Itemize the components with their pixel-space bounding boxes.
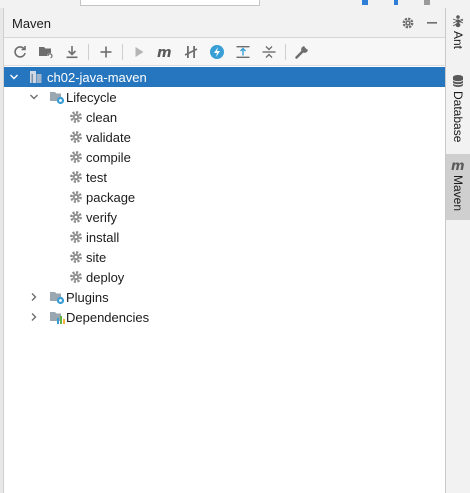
gear-icon	[68, 249, 84, 265]
chevron-right-icon[interactable]	[27, 310, 41, 324]
tree-item-goal[interactable]: compile	[4, 147, 445, 167]
dependencies-folder-icon	[49, 309, 65, 325]
lifecycle-folder-icon	[49, 89, 65, 105]
tree-item-goal[interactable]: install	[4, 227, 445, 247]
tree-item-label: install	[86, 229, 120, 245]
hide-button[interactable]	[422, 13, 442, 33]
tree-item-label: verify	[86, 209, 118, 225]
database-icon	[452, 75, 464, 87]
chevron-down-icon[interactable]	[7, 70, 21, 84]
folder-sync-icon	[39, 47, 53, 59]
show-dependencies-button[interactable]	[232, 41, 254, 63]
add-button[interactable]	[95, 41, 117, 63]
tool-window-header: Maven	[4, 8, 445, 38]
download-sources-button[interactable]	[61, 41, 83, 63]
plus-icon	[100, 46, 112, 58]
gear-icon	[68, 149, 84, 165]
toolbar-separator	[122, 44, 123, 60]
ant-icon	[452, 15, 464, 28]
database-tool-label: Database	[451, 91, 465, 143]
chevron-right-icon[interactable]	[27, 290, 41, 304]
tree-item-label: test	[86, 169, 107, 185]
tree-item-label: clean	[86, 109, 118, 125]
tree-item-label: ch02-java-maven	[47, 69, 147, 85]
tree-item-label: Lifecycle	[66, 89, 117, 105]
svg-text:m: m	[157, 45, 172, 60]
tree-item-label: site	[86, 249, 107, 265]
gear-icon	[68, 169, 84, 185]
ant-tool-button[interactable]: Ant	[446, 12, 470, 68]
maven-tool-button[interactable]: m Maven	[446, 154, 470, 220]
tree-item-goal[interactable]: site	[4, 247, 445, 267]
reload-icon	[14, 46, 26, 58]
database-tool-button[interactable]: Database	[446, 70, 470, 150]
tree-item-label: package	[86, 189, 136, 205]
gear-icon	[68, 189, 84, 205]
skip-tests-button[interactable]	[206, 41, 228, 63]
maven-m-icon: m	[157, 45, 172, 60]
maven-projects-tree: ch02-java-maven Lifecycle clean validate c…	[4, 66, 445, 493]
add-maven-projects-button[interactable]	[35, 41, 57, 63]
toolbar-fragment-icon[interactable]	[424, 0, 430, 5]
tree-item-label: compile	[86, 149, 131, 165]
tree-item-dependencies[interactable]: Dependencies	[4, 307, 445, 327]
plugins-folder-icon	[49, 289, 65, 305]
chevron-down-icon[interactable]	[27, 90, 41, 104]
maven-project-icon	[28, 69, 44, 85]
toggle-offline-button[interactable]	[180, 41, 202, 63]
toolbar-separator	[285, 44, 286, 60]
gear-icon	[68, 109, 84, 125]
gear-icon	[402, 17, 414, 29]
collapse-all-icon	[262, 46, 276, 58]
maven-m-icon: m	[451, 159, 465, 172]
execute-goal-button[interactable]: m	[154, 41, 176, 63]
tool-window-title: Maven	[12, 16, 52, 31]
run-icon	[135, 47, 144, 57]
tree-item-project[interactable]: ch02-java-maven	[4, 67, 445, 87]
gear-icon	[68, 129, 84, 145]
maven-tool-window: Maven m ch02-java-maven Lifecycle clean …	[4, 8, 446, 493]
editor-tab-strip	[0, 0, 470, 8]
toolbar-fragment-icon[interactable]	[362, 0, 368, 5]
reload-button[interactable]	[9, 41, 31, 63]
right-tool-stripe: Ant Database m Maven	[446, 8, 470, 493]
tree-item-label: Dependencies	[66, 309, 150, 325]
tree-item-goal[interactable]: verify	[4, 207, 445, 227]
toolbar-fragment-icon[interactable]	[394, 0, 398, 5]
wrench-icon	[295, 45, 309, 59]
collapse-all-button[interactable]	[258, 41, 280, 63]
ide-window: Maven m ch02-java-maven Lifecycle clean …	[0, 0, 470, 493]
editor-tab-fragment[interactable]	[80, 0, 260, 6]
tree-item-plugins[interactable]: Plugins	[4, 287, 445, 307]
minimize-icon	[427, 22, 437, 24]
toolbar-separator	[88, 44, 89, 60]
ant-tool-label: Ant	[451, 31, 465, 50]
tree-item-lifecycle[interactable]: Lifecycle	[4, 87, 445, 107]
tree-item-goal[interactable]: test	[4, 167, 445, 187]
maven-settings-button[interactable]	[291, 41, 313, 63]
offline-icon	[184, 46, 198, 58]
svg-text:m: m	[451, 159, 465, 172]
settings-button[interactable]	[398, 13, 418, 33]
tree-item-goal[interactable]: package	[4, 187, 445, 207]
run-button[interactable]	[128, 41, 150, 63]
expand-all-icon	[236, 46, 250, 58]
download-icon	[66, 46, 78, 59]
tree-item-label: validate	[86, 129, 131, 145]
tree-item-label: deploy	[86, 269, 125, 285]
maven-tool-label: Maven	[451, 175, 465, 212]
tree-item-goal[interactable]: validate	[4, 127, 445, 147]
maven-toolbar: m	[4, 38, 445, 66]
gear-icon	[68, 229, 84, 245]
tree-item-label: Plugins	[66, 289, 109, 305]
tree-item-goal[interactable]: clean	[4, 107, 445, 127]
gear-icon	[68, 209, 84, 225]
gear-icon	[68, 269, 84, 285]
lightning-icon	[210, 45, 224, 59]
tree-item-goal[interactable]: deploy	[4, 267, 445, 287]
